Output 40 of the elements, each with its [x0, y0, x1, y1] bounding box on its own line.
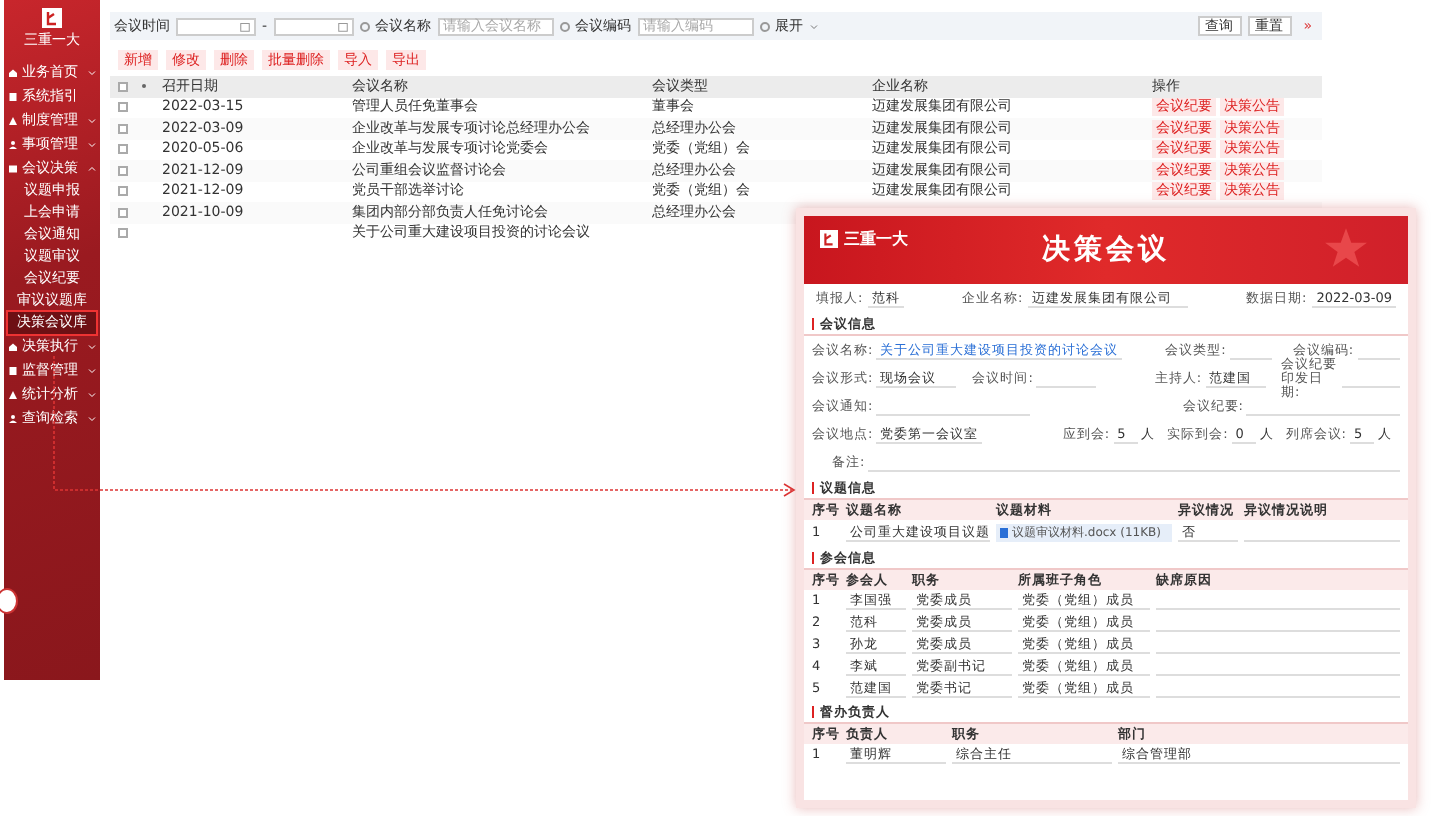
menu-icon: [8, 341, 18, 351]
calendar-icon: [337, 21, 348, 31]
chevron-down-icon: [88, 69, 96, 75]
checkbox[interactable]: [118, 144, 128, 155]
clear-icon[interactable]: [759, 21, 770, 31]
checkbox[interactable]: [118, 123, 128, 134]
app-name: 三重一大: [844, 228, 908, 250]
menu-icon: [8, 67, 18, 77]
menu-icon: [8, 139, 18, 149]
star-icon: [1324, 226, 1368, 270]
chevron-down-icon: [88, 117, 96, 123]
menu-icon: [8, 115, 18, 125]
chevron-down-icon: [88, 367, 96, 373]
clear-icon[interactable]: [559, 21, 570, 31]
menu-icon: [8, 365, 18, 375]
date-field[interactable]: [273, 17, 354, 35]
chevron-down-icon: [88, 415, 96, 421]
clear-icon[interactable]: [359, 21, 370, 31]
chevron-down-icon: [809, 23, 818, 29]
checkbox[interactable]: [118, 228, 128, 239]
chevron-up-icon: [88, 165, 96, 171]
menu-icon: [8, 91, 18, 101]
chevron-down-icon: [88, 343, 96, 349]
menu-icon: [8, 163, 18, 173]
checkbox[interactable]: [118, 165, 128, 176]
logo-icon: [820, 230, 838, 248]
checkbox[interactable]: [118, 102, 128, 113]
chevron-down-icon: [88, 141, 96, 147]
menu-icon: [8, 389, 18, 399]
chevron-down-icon: [88, 391, 96, 397]
checkbox[interactable]: [118, 81, 128, 92]
checkbox[interactable]: [118, 207, 128, 218]
menu-icon: [8, 413, 18, 423]
date-field[interactable]: [176, 17, 256, 35]
document-icon: [1000, 528, 1008, 538]
calendar-icon: [240, 21, 250, 31]
checkbox[interactable]: [118, 186, 128, 197]
card-title: 决策会议: [1042, 232, 1170, 268]
logo-icon: [42, 8, 62, 28]
collapse-handle[interactable]: [0, 588, 18, 614]
